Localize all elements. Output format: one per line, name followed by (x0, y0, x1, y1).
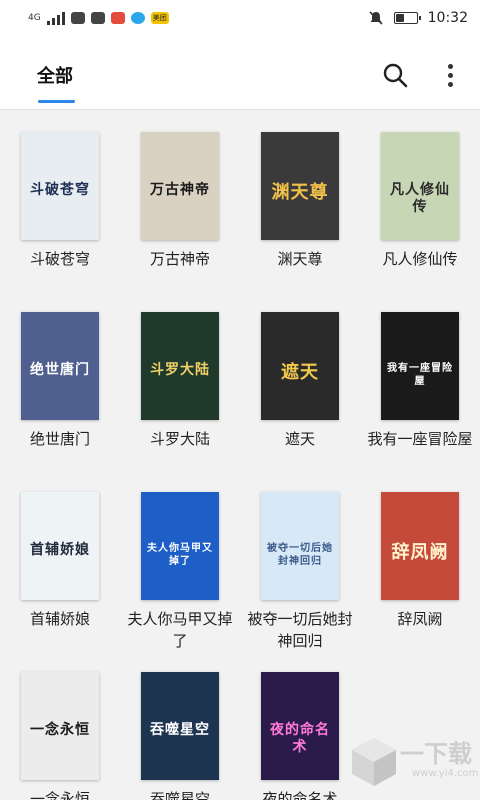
meituan-icon: 美团 (150, 12, 169, 24)
book-cover[interactable]: 凡人修仙传 (381, 132, 459, 240)
book-title[interactable]: 万古神帝 (120, 248, 240, 270)
book-title[interactable]: 被夺一切后她封神回归 (240, 608, 360, 652)
status-bar-right: 10:32 (368, 10, 468, 26)
more-vertical-icon[interactable] (440, 60, 460, 90)
network-type: 4G (28, 13, 41, 23)
book-cover[interactable]: 辞凤阙 (381, 492, 459, 600)
book-title[interactable]: 夫人你马甲又掉了 (120, 608, 240, 652)
book-cover-title: 斗罗大陆 (150, 362, 210, 378)
book-cover-title: 渊天尊 (271, 182, 329, 203)
search-icon[interactable] (382, 62, 408, 88)
cube-logo-icon (352, 738, 396, 786)
book-cover-title: 遮天 (281, 362, 319, 383)
book-title[interactable]: 辞凤阙 (360, 608, 480, 630)
book-title[interactable]: 遮天 (240, 428, 360, 450)
browser-icon (130, 12, 145, 24)
book-cover-title: 辞凤阙 (391, 542, 449, 563)
mute-icon (369, 11, 383, 25)
book-title[interactable]: 一念永恒 (0, 788, 120, 800)
book-title[interactable]: 首辅娇娘 (0, 608, 120, 630)
book-cover[interactable]: 绝世唐门 (21, 312, 99, 420)
book-cover-title: 被夺一切后她封神回归 (267, 543, 333, 567)
book-cover[interactable]: 万古神帝 (141, 132, 219, 240)
book-title[interactable]: 斗破苍穹 (0, 248, 120, 270)
book-cover[interactable]: 夜的命名术 (261, 672, 339, 780)
book-title[interactable]: 凡人修仙传 (360, 248, 480, 270)
site-watermark: 一下载 www.yi4.com (350, 730, 480, 800)
book-cover-title: 万古神帝 (150, 182, 210, 198)
book-title[interactable]: 夜的命名术 (240, 788, 360, 800)
book-cover[interactable]: 我有一座冒险屋 (381, 312, 459, 420)
clock: 10:32 (427, 10, 468, 26)
book-cover-title: 凡人修仙传 (390, 182, 450, 215)
book-cover-title: 绝世唐门 (30, 362, 90, 378)
book-cover-title: 斗破苍穹 (30, 182, 90, 198)
battery-icon (393, 12, 421, 24)
book-cover-title: 夫人你马甲又掉了 (147, 543, 213, 567)
book-cover[interactable]: 被夺一切后她封神回归 (261, 492, 339, 600)
book-cover[interactable]: 吞噬星空 (141, 672, 219, 780)
book-cover[interactable]: 渊天尊 (261, 132, 339, 240)
book-title[interactable]: 吞噬星空 (120, 788, 240, 800)
book-cover[interactable]: 斗破苍穹 (21, 132, 99, 240)
bookshelf-grid: 斗破苍穹 斗破苍穹 万古神帝 万古神帝 渊天尊 渊天尊 凡人修仙传 凡人修仙传 绝世唐门 绝世唐门… (0, 110, 480, 800)
book-cover[interactable]: 夫人你马甲又掉了 (141, 492, 219, 600)
status-bar: 4G 美团 10:32 (0, 0, 480, 36)
watermark-text: 一下载 (400, 740, 472, 768)
message-icon (90, 12, 105, 24)
book-cover-title: 首辅娇娘 (30, 542, 90, 558)
tab-all[interactable]: 全部 (37, 62, 73, 88)
book-cover[interactable]: 首辅娇娘 (21, 492, 99, 600)
app-header: 全部 (0, 36, 480, 110)
watermark-url: www.yi4.com (412, 768, 479, 779)
book-cover[interactable]: 遮天 (261, 312, 339, 420)
mail-icon (70, 12, 85, 24)
book-title[interactable]: 渊天尊 (240, 248, 360, 270)
book-title[interactable]: 我有一座冒险屋 (360, 428, 480, 450)
book-cover-title: 一念永恒 (30, 722, 90, 738)
book-cover-title: 吞噬星空 (150, 722, 210, 738)
signal-icon (46, 11, 65, 25)
book-cover-title: 夜的命名术 (270, 722, 330, 755)
tab-active-indicator (38, 100, 75, 103)
book-cover[interactable]: 斗罗大陆 (141, 312, 219, 420)
book-cover-title: 我有一座冒险屋 (387, 363, 453, 387)
book-cover[interactable]: 一念永恒 (21, 672, 99, 780)
book-title[interactable]: 绝世唐门 (0, 428, 120, 450)
photo-app-icon (110, 12, 125, 24)
book-title[interactable]: 斗罗大陆 (120, 428, 240, 450)
status-bar-left: 4G 美团 (28, 11, 169, 25)
